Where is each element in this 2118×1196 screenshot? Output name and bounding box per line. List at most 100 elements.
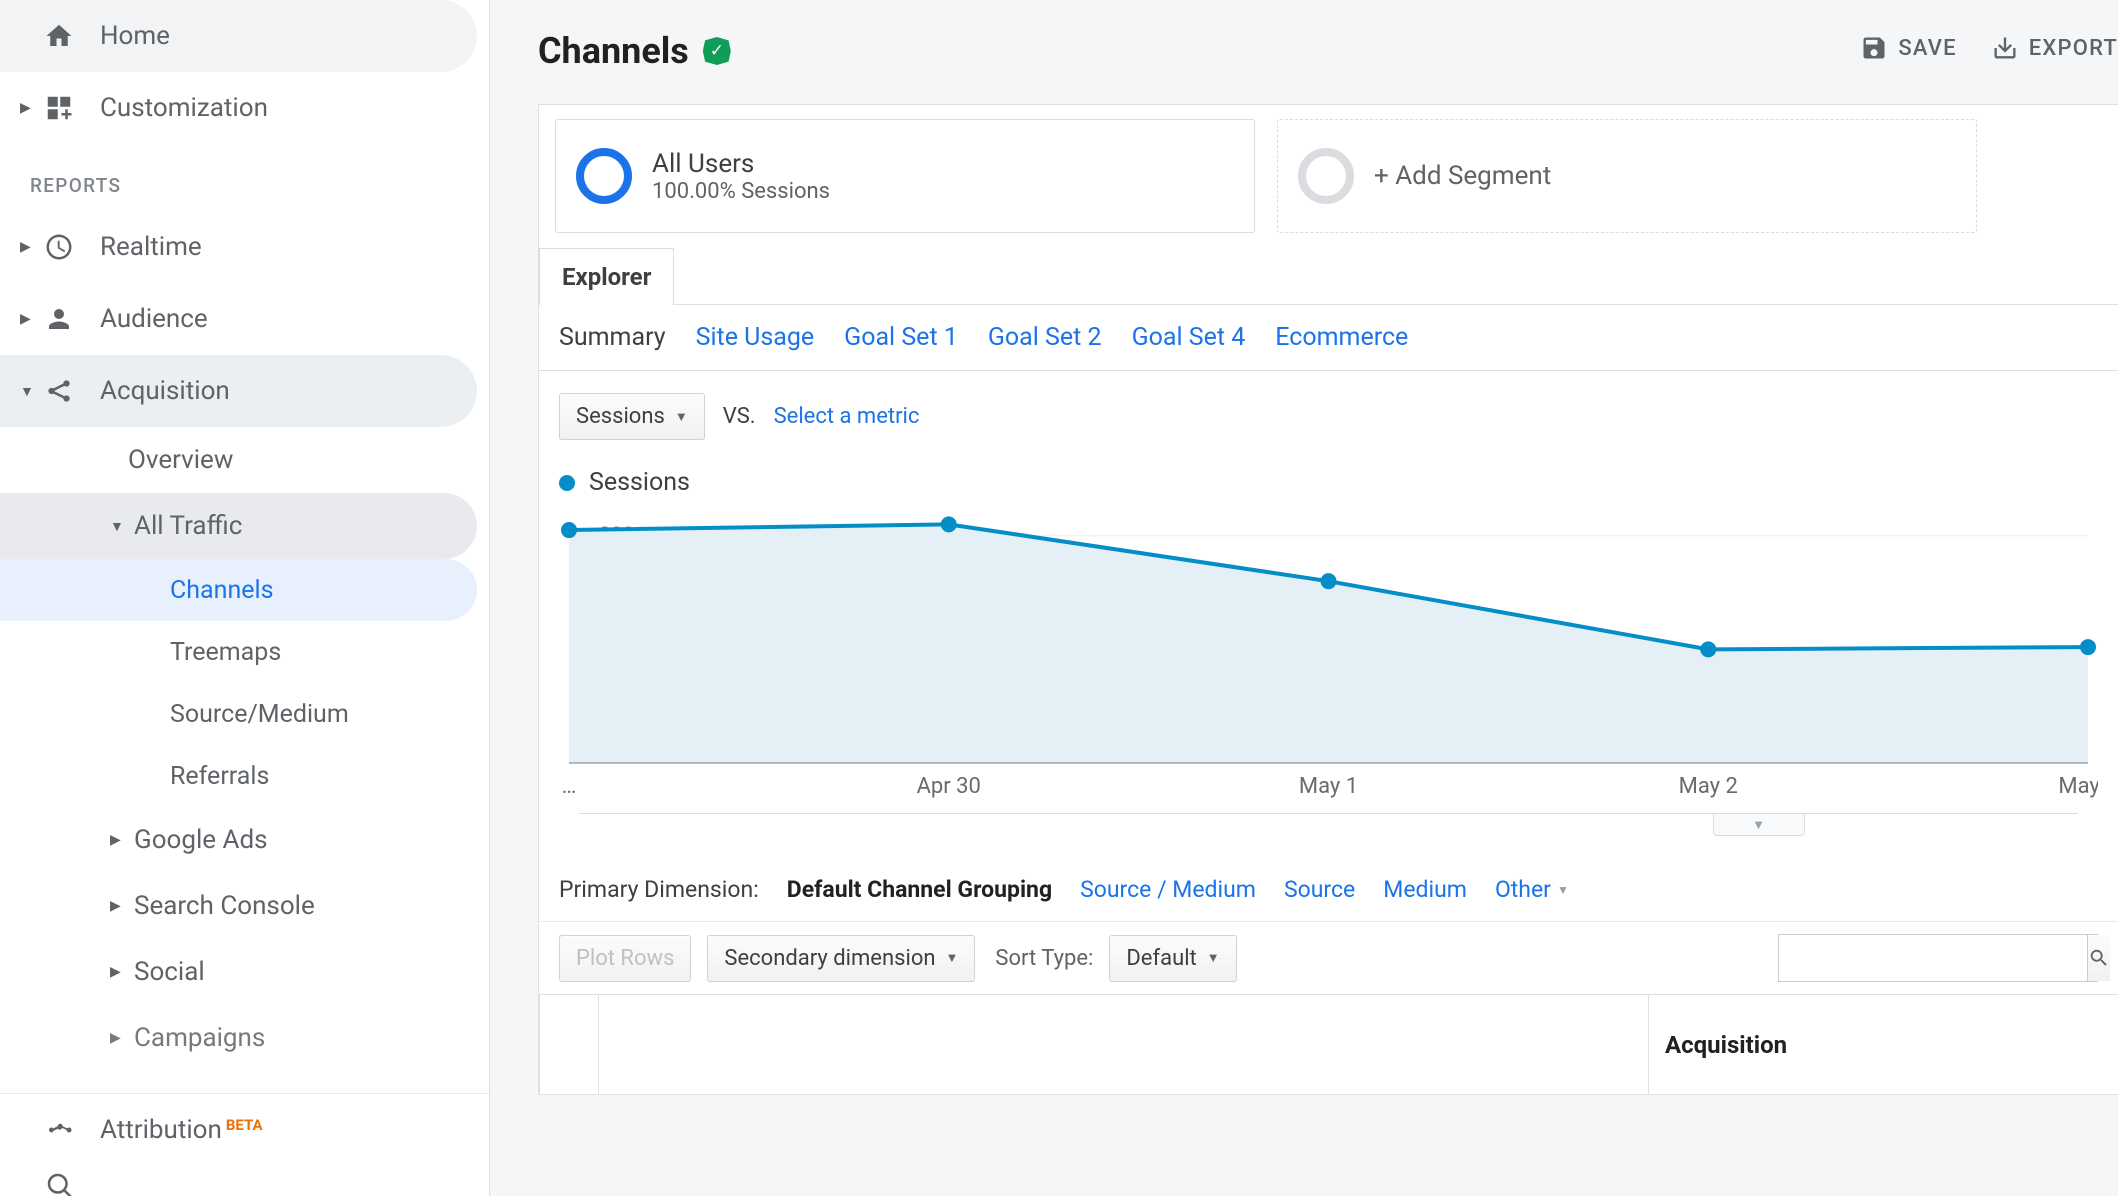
segments-row: All Users 100.00% Sessions + Add Segment	[539, 105, 2118, 247]
chart: Sessions 100200…Apr 30May 1May 2May 3 ▼	[539, 462, 2118, 836]
leaf-channels-label: Channels	[170, 576, 274, 605]
table-header-row: Acquisition Behavior	[539, 995, 2118, 1095]
plot-rows-button: Plot Rows	[559, 935, 691, 982]
dim-medium[interactable]: Medium	[1383, 876, 1467, 903]
caret-icon: ▶	[110, 898, 130, 914]
primary-metric-value: Sessions	[576, 404, 665, 429]
report-panel: All Users 100.00% Sessions + Add Segment…	[538, 104, 2118, 1095]
leaf-treemaps[interactable]: Treemaps	[0, 621, 477, 683]
sub-search-console-label: Search Console	[134, 891, 315, 921]
caret-down-icon: ▼	[20, 383, 34, 400]
svg-text:…: …	[562, 774, 577, 799]
sub-overview[interactable]: Overview	[0, 427, 477, 493]
subtab-goal-set-2[interactable]: Goal Set 2	[988, 323, 1102, 352]
nav-audience[interactable]: ▶ Audience	[0, 283, 477, 355]
vs-label: VS.	[723, 404, 756, 429]
chart-legend: Sessions	[559, 468, 2098, 497]
nav-audience-label: Audience	[100, 304, 208, 334]
select-metric-link[interactable]: Select a metric	[774, 404, 920, 429]
table-header-dimension	[599, 995, 1649, 1094]
export-icon	[1991, 34, 2019, 62]
add-segment-button[interactable]: + Add Segment	[1277, 119, 1977, 233]
beta-badge: BETA	[226, 1116, 263, 1134]
subtab-row: Summary Site Usage Goal Set 1 Goal Set 2…	[539, 304, 2118, 371]
chevron-down-icon: ▼	[1557, 883, 1569, 897]
nav-acquisition[interactable]: ▼ Acquisition	[0, 355, 477, 427]
metric-row: Sessions ▼ VS. Select a metric	[539, 371, 2118, 462]
secondary-dimension-dropdown[interactable]: Secondary dimension ▼	[707, 935, 975, 982]
home-icon	[34, 21, 84, 51]
subtab-goal-set-1[interactable]: Goal Set 1	[844, 323, 958, 352]
caret-icon: ▶	[20, 311, 34, 327]
tab-explorer[interactable]: Explorer	[539, 248, 674, 305]
table-search-button[interactable]	[2087, 935, 2110, 981]
save-button[interactable]: SAVE	[1860, 34, 1956, 62]
chevron-down-icon: ▼	[1207, 950, 1220, 966]
export-button[interactable]: EXPORT	[1991, 34, 2118, 62]
sub-google-ads[interactable]: ▶ Google Ads	[0, 807, 477, 873]
sort-type-dropdown[interactable]: Default ▼	[1109, 935, 1236, 982]
clock-icon	[34, 232, 84, 262]
table-header-checkbox	[539, 995, 599, 1094]
save-label: SAVE	[1898, 36, 1956, 61]
nav-discover[interactable]	[0, 1166, 477, 1196]
segment-subtitle: 100.00% Sessions	[652, 179, 830, 204]
caret-icon: ▶	[110, 832, 130, 848]
content-area: Channels ✓ SAVE EXPORT All Users 100.00%…	[490, 0, 2118, 1196]
nav-acquisition-label: Acquisition	[100, 376, 230, 406]
caret-icon: ▶	[110, 1030, 130, 1046]
nav-attribution[interactable]: AttributionBETA	[0, 1094, 477, 1166]
sub-search-console[interactable]: ▶ Search Console	[0, 873, 477, 939]
sub-all-traffic-label: All Traffic	[134, 511, 242, 541]
nav-realtime-label: Realtime	[100, 232, 202, 262]
report-sidebar: Home ▶ Customization REPORTS ▶ Realtime …	[0, 0, 490, 1196]
sub-social[interactable]: ▶ Social	[0, 939, 477, 1005]
export-label: EXPORT	[2029, 36, 2118, 61]
chart-resize-handle[interactable]: ▼	[1713, 814, 1805, 836]
subtab-summary[interactable]: Summary	[559, 323, 666, 352]
secondary-dimension-label: Secondary dimension	[724, 946, 935, 971]
sub-google-ads-label: Google Ads	[134, 825, 268, 855]
dim-source-medium[interactable]: Source / Medium	[1080, 876, 1256, 903]
nav-home-label: Home	[100, 21, 170, 51]
svg-text:May 2: May 2	[1679, 774, 1738, 799]
chevron-down-icon: ▼	[946, 950, 959, 966]
discover-icon	[34, 1170, 84, 1196]
table-toolbar: Plot Rows Secondary dimension ▼ Sort Typ…	[539, 922, 2118, 995]
leaf-referrals[interactable]: Referrals	[0, 745, 477, 807]
subtab-ecommerce[interactable]: Ecommerce	[1275, 323, 1408, 352]
subtab-site-usage[interactable]: Site Usage	[696, 323, 815, 352]
nav-customization-label: Customization	[100, 93, 268, 123]
primary-dimension-value[interactable]: Default Channel Grouping	[787, 876, 1052, 903]
customization-icon	[34, 93, 84, 123]
nav-customization[interactable]: ▶ Customization	[0, 72, 477, 144]
sub-campaigns[interactable]: ▶ Campaigns	[0, 1005, 477, 1071]
leaf-referrals-label: Referrals	[170, 762, 269, 791]
sub-social-label: Social	[134, 957, 205, 987]
leaf-source-medium[interactable]: Source/Medium	[0, 683, 477, 745]
page-title: Channels	[538, 30, 689, 72]
chevron-down-icon: ▼	[675, 409, 688, 425]
verified-shield-icon: ✓	[703, 37, 731, 65]
primary-metric-dropdown[interactable]: Sessions ▼	[559, 393, 705, 440]
segment-all-users[interactable]: All Users 100.00% Sessions	[555, 119, 1255, 233]
header-actions: SAVE EXPORT	[1860, 34, 2118, 62]
primary-dimension-label: Primary Dimension:	[559, 876, 759, 903]
sort-type-value: Default	[1126, 946, 1196, 971]
sub-all-traffic[interactable]: ▼ All Traffic	[0, 493, 477, 559]
dim-other-dropdown[interactable]: Other ▼	[1495, 876, 1569, 903]
search-icon	[2088, 947, 2110, 969]
add-segment-label: + Add Segment	[1374, 161, 1551, 191]
svg-text:May 3: May 3	[2058, 774, 2098, 799]
table-search-input[interactable]	[1779, 935, 2087, 981]
dim-source[interactable]: Source	[1284, 876, 1355, 903]
subtab-goal-set-4[interactable]: Goal Set 4	[1132, 323, 1246, 352]
leaf-channels[interactable]: Channels	[0, 559, 477, 621]
nav-realtime[interactable]: ▶ Realtime	[0, 211, 477, 283]
reports-section-label: REPORTS	[0, 144, 489, 211]
caret-down-icon: ▼	[110, 518, 130, 535]
nav-home[interactable]: Home	[0, 0, 477, 72]
table-header-acquisition: Acquisition	[1649, 995, 2118, 1094]
segment-title: All Users	[652, 149, 830, 179]
acquisition-icon	[34, 376, 84, 406]
